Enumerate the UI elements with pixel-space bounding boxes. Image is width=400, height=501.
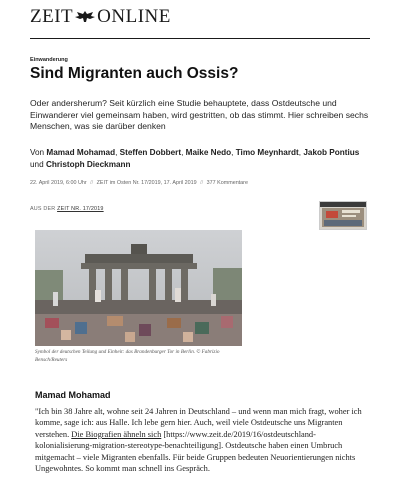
author-link[interactable]: Maike Nedo xyxy=(186,148,232,157)
author-link[interactable]: Jakob Pontius xyxy=(303,148,359,157)
meta-separator: // xyxy=(200,180,204,186)
header-divider xyxy=(30,38,370,39)
author-link[interactable]: Steffen Dobbert xyxy=(120,148,181,157)
article-meta: 22. April 2019, 6:00 Uhr // ZEIT im Oste… xyxy=(30,180,248,186)
issue-prefix: AUS DER xyxy=(30,206,56,212)
issue-link[interactable]: ZEIT NR. 17/2019 xyxy=(57,206,104,212)
section-heading: Mamad Mohamad xyxy=(35,390,111,400)
meta-separator: // xyxy=(90,180,94,186)
article-kicker: Einwanderung xyxy=(30,57,68,63)
author-line: Von Mamad Mohamad, Steffen Dobbert, Maik… xyxy=(30,148,360,169)
author-link[interactable]: Mamad Mohamad xyxy=(46,148,115,157)
author-link[interactable]: Christoph Dieckmann xyxy=(46,160,131,169)
article-image-brandenburg-gate xyxy=(35,230,242,346)
article-intro: Oder andersherum? Seit kürzlich eine Stu… xyxy=(30,98,369,131)
eagle-seal-icon xyxy=(74,7,96,22)
site-logo[interactable]: ZEIT ONLINE xyxy=(30,6,171,28)
logo-text-online: ONLINE xyxy=(97,6,171,27)
issue-source: ZEIT im Osten Nr. 17/2019, 17. April 201… xyxy=(96,180,197,186)
logo-text-zeit: ZEIT xyxy=(30,6,74,27)
author-prefix: Von xyxy=(30,148,47,157)
image-caption: Symbol der deutschen Teilung und Einheit… xyxy=(35,349,220,363)
article-title: Sind Migranten auch Ossis? xyxy=(30,65,239,82)
publish-date: 22. April 2019, 6:00 Uhr xyxy=(30,180,87,186)
inline-link[interactable]: Die Biografien ähneln sich xyxy=(71,430,161,439)
comments-link[interactable]: 377 Kommentare xyxy=(207,180,248,186)
author-link[interactable]: Timo Meynhardt xyxy=(236,148,299,157)
article-body-paragraph: "Ich bin 38 Jahre alt, wohne seit 24 Jah… xyxy=(35,406,370,474)
issue-reference: AUS DER ZEIT NR. 17/2019 xyxy=(30,206,104,212)
magazine-cover-thumbnail[interactable] xyxy=(319,201,367,230)
